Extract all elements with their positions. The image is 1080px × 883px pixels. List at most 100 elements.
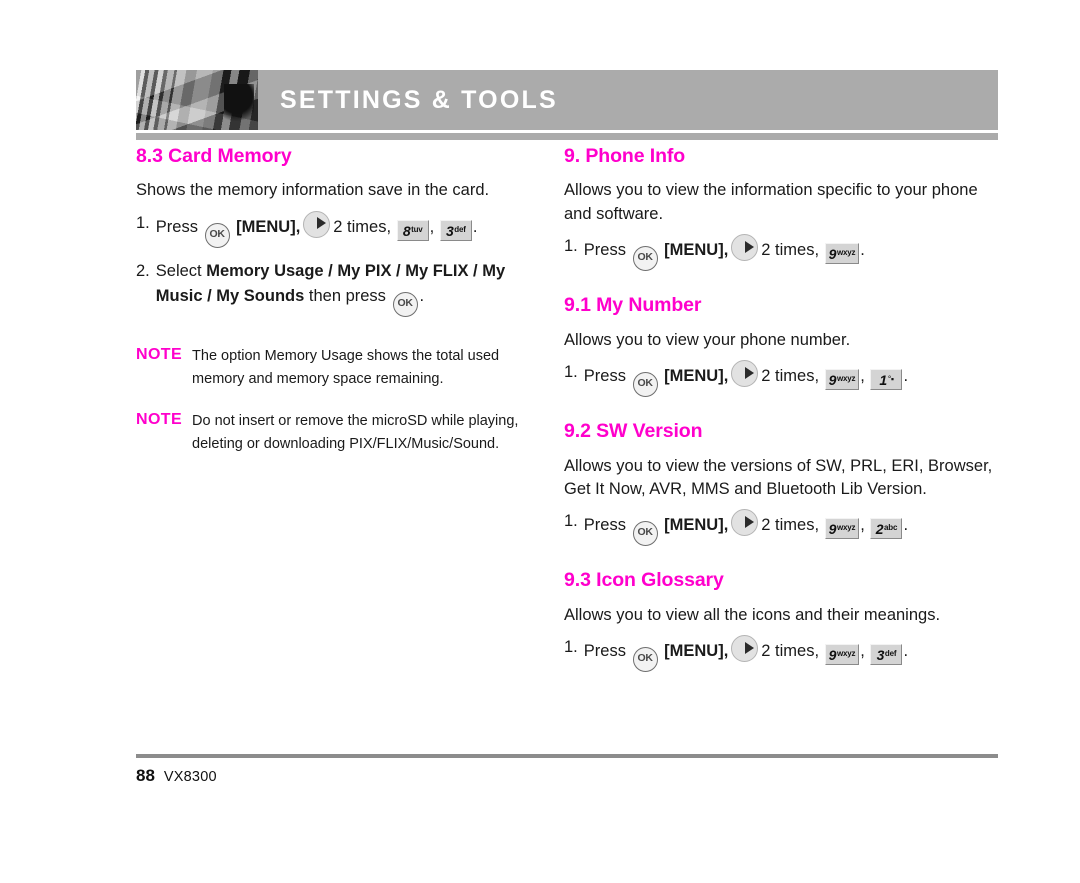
page-header: SETTINGS & TOOLS	[136, 70, 998, 130]
note-1-text: The option Memory Usage shows the total …	[192, 347, 500, 387]
sw-version-trailing: .	[903, 516, 909, 535]
sw-version-step-number: 1.	[564, 512, 578, 531]
step-2-options-line1: Memory Usage / My PIX / My FLIX / My	[206, 261, 506, 280]
step-1-trailing: .	[472, 217, 478, 236]
my-number-press-label: Press	[583, 367, 626, 386]
key-9-letters: wxyz	[836, 248, 856, 258]
ok-key-icon: OK	[204, 222, 230, 248]
icon-glossary-step-body: Press OK [MENU], 2 times, 9wxyz, 3def.	[583, 635, 998, 673]
page-title: SETTINGS & TOOLS	[280, 85, 558, 114]
footer-model-name: VX8300	[163, 769, 217, 785]
section-heading-icon-glossary: 9.3 Icon Glossary	[564, 569, 724, 592]
step-1-menu-label: [MENU],	[236, 217, 301, 236]
ok-key-icon-2: OK	[392, 291, 418, 317]
my-number-trailing: .	[903, 367, 909, 386]
note-2-text: Do not insert or remove the microSD whil…	[192, 413, 519, 453]
section-heading-card-memory: 8.3 Card Memory	[136, 145, 292, 167]
phone-info-trailing: .	[860, 241, 865, 260]
sw-version-times-label: 2 times,	[761, 516, 820, 535]
manual-page: SETTINGS & TOOLS 8.3 Card Memory Shows t…	[136, 0, 998, 883]
step-2: 2. Select Memory Usage / My PIX / My FLI…	[136, 259, 540, 317]
icon-glossary-step-1: 1. Press OK [MENU], 2 times, 9wxyz, 3def.	[564, 635, 998, 673]
ok-key-icon-4: OK	[632, 372, 658, 398]
step-2-body: Select Memory Usage / My PIX / My FLIX /…	[156, 259, 540, 317]
key-9-letters-3: wxyz	[836, 523, 856, 533]
key-3-digit: 3	[445, 222, 454, 239]
step-1-number: 1.	[136, 213, 150, 232]
key-9-digit-3: 9	[828, 521, 837, 538]
my-number-step-1: 1. Press OK [MENU], 2 times, 9wxyz, 1°▪.	[564, 360, 998, 398]
key-9-icon-3: 9wxyz	[824, 518, 860, 540]
footer-page-number: 88	[136, 766, 155, 785]
key-3-digit-2: 3	[876, 647, 885, 664]
ok-key-icon-3: OK	[632, 246, 658, 272]
key-3-letters-2: def	[884, 649, 897, 659]
phone-info-press-label: Press	[583, 241, 626, 260]
key-1-symbol: °▪	[887, 374, 894, 385]
step-1: 1. Press OK [MENU], 2 times, 8tuv, 3def.	[136, 210, 540, 248]
key-9-digit-2: 9	[828, 372, 837, 389]
key-3-letters: def	[454, 224, 466, 234]
ok-key-icon-5: OK	[632, 521, 658, 547]
step-2-options-line2: Music / My Sounds	[155, 286, 305, 305]
my-number-step-body: Press OK [MENU], 2 times, 9wxyz, 1°▪.	[583, 360, 998, 398]
sw-version-step-body: Press OK [MENU], 2 times, 9wxyz, 2abc.	[583, 509, 998, 547]
section-heading-sw-version: 9.2 SW Version	[564, 420, 703, 443]
step-1-press-label: Press	[155, 217, 198, 236]
left-column: 8.3 Card Memory Shows the memory informa…	[136, 145, 540, 674]
step-2-trailing: .	[419, 286, 425, 305]
key-8-icon: 8tuv	[396, 219, 429, 241]
nav-right-icon-3	[731, 360, 759, 388]
icon-glossary-step-number: 1.	[564, 638, 578, 657]
key-2-digit: 2	[875, 521, 884, 538]
phone-info-times-label: 2 times,	[761, 241, 820, 260]
key-8-letters: tuv	[411, 224, 423, 234]
nav-right-icon-4	[731, 509, 759, 537]
sw-version-step-1: 1. Press OK [MENU], 2 times, 9wxyz, 2abc.	[564, 509, 998, 547]
content-columns: 8.3 Card Memory Shows the memory informa…	[136, 145, 998, 674]
header-photo-figure	[224, 84, 254, 126]
section-heading-my-number: 9.1 My Number	[564, 294, 702, 317]
key-9-digit-4: 9	[828, 647, 837, 664]
step-1-times-label: 2 times,	[333, 217, 392, 236]
icon-glossary-trailing: .	[903, 642, 909, 661]
step-1-body: Press OK [MENU], 2 times, 8tuv, 3def.	[155, 210, 540, 248]
right-column: 9. Phone Info Allows you to view the inf…	[564, 145, 998, 674]
my-number-body: Allows you to view your phone number.	[564, 330, 851, 349]
step-2-number: 2.	[136, 261, 150, 280]
footer-divider	[136, 754, 998, 758]
key-3-icon-2: 3def	[870, 644, 903, 666]
my-number-times-label: 2 times,	[761, 367, 820, 386]
page-footer: 88 VX8300	[136, 766, 217, 786]
key-9-letters-4: wxyz	[836, 649, 856, 659]
sw-version-menu-label: [MENU],	[664, 516, 729, 535]
sw-version-press-label: Press	[583, 516, 626, 535]
key-9-letters-2: wxyz	[836, 374, 856, 384]
step-2-then-press: then press	[308, 286, 386, 305]
phone-info-step-1: 1. Press OK [MENU], 2 times, 9wxyz.	[564, 234, 998, 272]
header-divider	[136, 133, 998, 140]
icon-glossary-menu-label: [MENU],	[664, 642, 729, 661]
phone-info-step-body: Press OK [MENU], 2 times, 9wxyz.	[583, 234, 998, 272]
key-1-digit: 1	[879, 372, 887, 389]
note-1-label: NOTE	[136, 345, 183, 363]
step-2-select-label: Select	[155, 261, 202, 280]
my-number-step-number: 1.	[564, 363, 578, 382]
section-heading-phone-info: 9. Phone Info	[564, 145, 686, 167]
icon-glossary-press-label: Press	[583, 642, 626, 661]
key-9-icon: 9wxyz	[824, 243, 860, 265]
key-9-icon-2: 9wxyz	[824, 369, 860, 391]
icon-glossary-times-label: 2 times,	[761, 642, 820, 661]
key-2-icon: 2abc	[870, 518, 903, 540]
icon-glossary-body: Allows you to view all the icons and the…	[564, 605, 941, 624]
nav-right-icon-5	[731, 635, 759, 663]
phone-info-body: Allows you to view the information speci…	[564, 181, 978, 223]
key-8-digit: 8	[402, 222, 411, 239]
phone-info-menu-label: [MENU],	[664, 241, 729, 260]
header-photo	[136, 70, 258, 130]
phone-info-step-number: 1.	[564, 237, 578, 256]
key-9-icon-4: 9wxyz	[824, 644, 860, 666]
ok-key-icon-6: OK	[632, 647, 658, 673]
note-2: NOTE Do not insert or remove the microSD…	[136, 410, 540, 456]
sw-version-body: Allows you to view the versions of SW, P…	[564, 456, 993, 498]
